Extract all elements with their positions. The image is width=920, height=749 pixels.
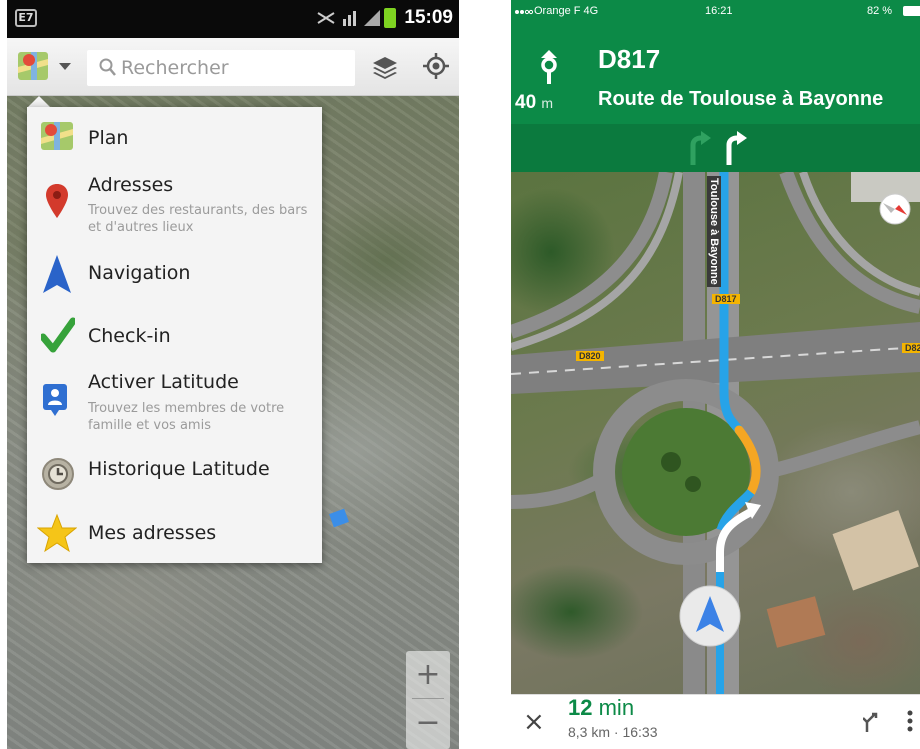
android-maps-screen: E7 15:09 Rechercher Plan Adresses Trouve… [7, 0, 459, 749]
eta-value: 12 [568, 695, 593, 720]
signal-dots-icon [515, 9, 533, 15]
next-road-name: D817 [598, 44, 661, 74]
menu-item-mes-adresses[interactable]: Mes adresses [27, 507, 322, 563]
checkmark-icon [41, 317, 75, 353]
location-pin-icon [46, 184, 68, 218]
mute-icon [317, 12, 335, 24]
trip-summary-bar: × 12 min 8,3 km · 16:33 [511, 694, 920, 749]
trip-details: 8,3 km · 16:33 [568, 724, 658, 740]
ios-navigation-screen: Orange F 4G 16:21 82 % D817 40 m Route d… [511, 0, 920, 749]
latitude-person-icon [43, 384, 67, 416]
zoom-divider [412, 698, 444, 699]
menu-item-title: Check-in [88, 325, 171, 347]
lane-arrow-inactive-icon [690, 131, 711, 165]
navigation-arrow-icon [43, 255, 71, 293]
notification-badge: E7 [15, 9, 37, 27]
signal-icon [343, 11, 356, 26]
roundabout-turn-icon [541, 50, 557, 84]
cellular-icon [364, 10, 380, 26]
lane-guidance [511, 124, 920, 172]
menu-item-subtitle: Trouvez des restaurants, des bars et d'a… [88, 203, 308, 235]
lane-arrow-active-icon [726, 131, 747, 165]
distance-value: 40 [515, 92, 537, 113]
navigation-map[interactable]: Toulouse à Bayonne D817 D820 D82 [511, 172, 920, 694]
menu-item-title: Activer Latitude [88, 371, 239, 393]
battery-percent: 82 % [867, 5, 893, 17]
map-marker [329, 508, 349, 528]
layers-icon[interactable] [372, 55, 398, 79]
distance-to-turn: 40 m [515, 92, 553, 114]
zoom-out-button[interactable]: − [406, 701, 450, 745]
menu-item-title: Mes adresses [88, 522, 217, 544]
turn-instruction-header: Orange F 4G 16:21 82 % D817 40 m Route d… [511, 0, 920, 124]
menu-item-subtitle: Trouvez les membres de votre famille et … [88, 401, 285, 433]
menu-item-navigation[interactable]: Navigation [27, 247, 322, 303]
menu-item-plan[interactable]: Plan [27, 107, 322, 167]
road-shield-d817: D817 [712, 294, 740, 304]
star-icon [37, 513, 77, 553]
ios-status-bar: Orange F 4G 16:21 82 % [511, 0, 920, 22]
map-icon [41, 122, 73, 150]
menu-item-activer-latitude[interactable]: Activer Latitude Trouvez les membres de … [27, 369, 322, 445]
compass-icon[interactable] [879, 193, 911, 225]
chevron-down-icon[interactable] [59, 63, 71, 70]
search-input[interactable]: Rechercher [87, 50, 355, 86]
road-shield-d82: D82 [902, 343, 920, 353]
android-status-bar: E7 15:09 [7, 0, 459, 38]
battery-icon [384, 8, 396, 28]
current-position-icon [679, 585, 741, 647]
menu-item-historique-latitude[interactable]: Historique Latitude [27, 447, 322, 503]
close-icon[interactable]: × [523, 709, 545, 735]
zoom-controls: + − [406, 651, 450, 749]
zoom-in-button[interactable]: + [406, 653, 450, 697]
menu-item-title: Adresses [88, 174, 174, 196]
distance-unit: m [541, 95, 554, 111]
search-placeholder: Rechercher [121, 57, 229, 79]
eta-duration: 12 min [568, 695, 634, 721]
more-options-icon[interactable] [906, 709, 914, 733]
street-name: Route de Toulouse à Bayonne [598, 88, 884, 110]
menu-item-title: Plan [88, 127, 129, 149]
road-label-vertical: Toulouse à Bayonne [707, 176, 721, 287]
menu-item-adresses[interactable]: Adresses Trouvez des restaurants, des ba… [27, 169, 322, 241]
search-icon [99, 58, 116, 76]
maps-app-icon[interactable] [17, 49, 49, 83]
menu-item-title: Navigation [88, 262, 191, 284]
status-time: 16:21 [705, 5, 733, 17]
history-clock-icon [42, 458, 74, 490]
road-shield-d820: D820 [576, 351, 604, 361]
menu-item-title: Historique Latitude [88, 458, 270, 480]
maps-toolbar: Rechercher [7, 38, 459, 96]
status-time: 15:09 [404, 7, 453, 28]
alternate-routes-icon[interactable] [863, 712, 881, 732]
battery-icon [903, 6, 920, 16]
eta-unit: min [598, 695, 635, 720]
my-location-icon[interactable] [422, 52, 450, 80]
maps-dropdown-menu: Plan Adresses Trouvez des restaurants, d… [27, 107, 322, 563]
carrier-label: Orange F 4G [534, 5, 599, 17]
menu-item-checkin[interactable]: Check-in [27, 307, 322, 363]
